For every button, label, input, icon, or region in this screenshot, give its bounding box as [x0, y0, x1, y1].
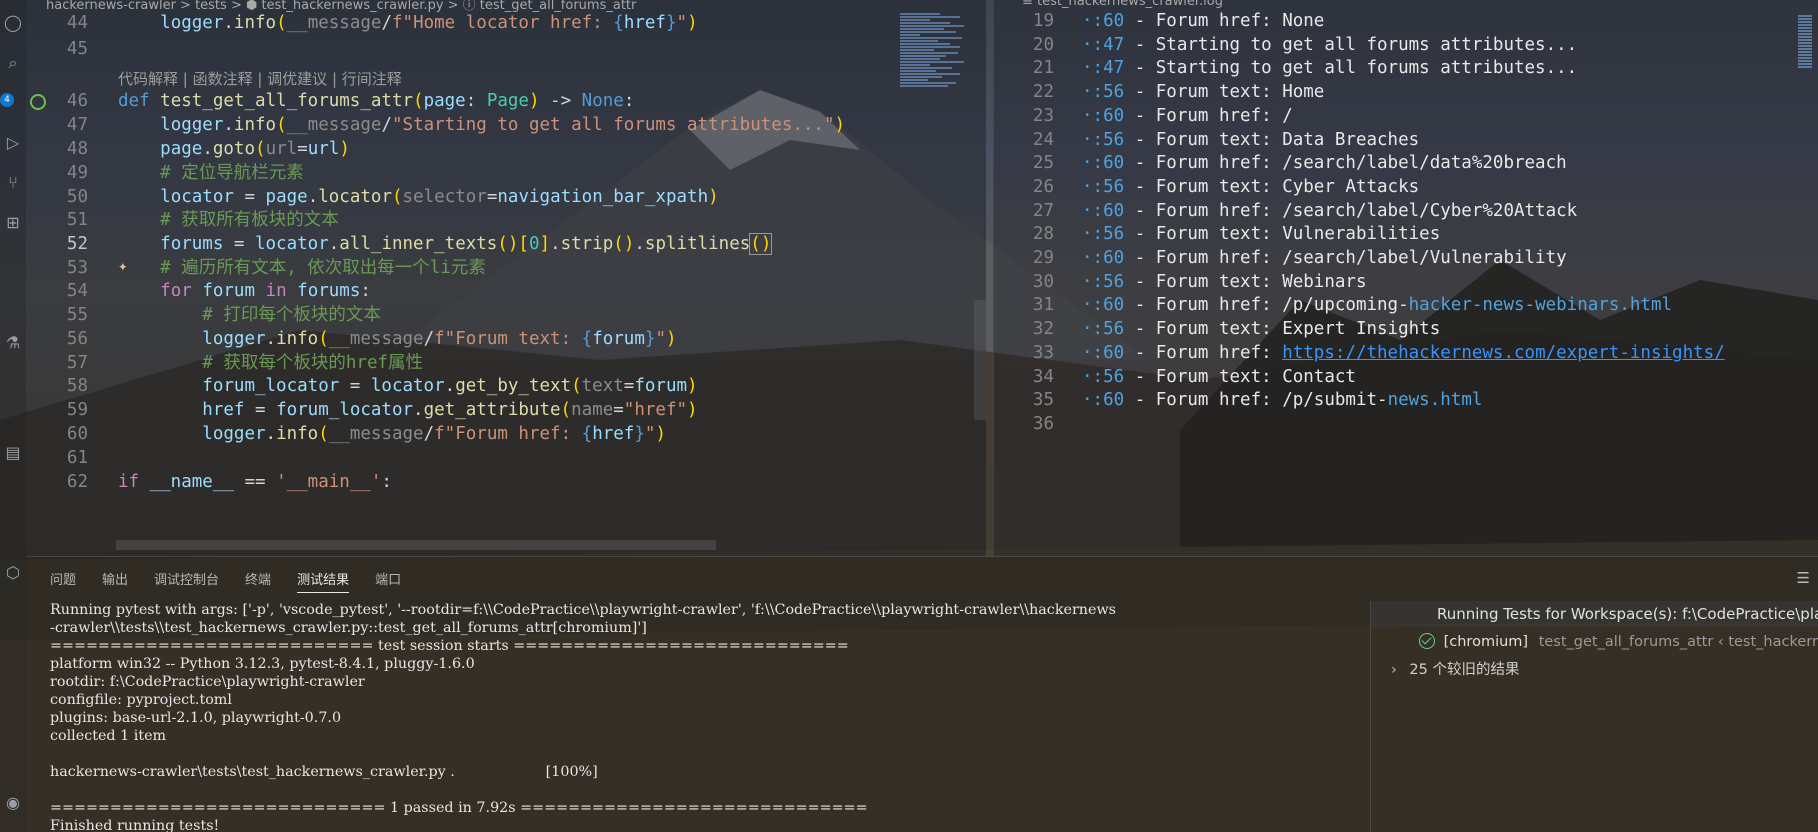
bottom-panel: 问题 输出 调试控制台 终端 测试结果 端口 ☰ Running pytest with … — [26, 556, 1818, 832]
code-text: # 定位导航栏元素 — [160, 163, 304, 183]
code-text: href = forum_locator.get_attribute(name=… — [202, 400, 698, 420]
log-minimap[interactable] — [1798, 14, 1812, 84]
line-number: 46 — [66, 91, 88, 111]
line-number: 47 — [66, 115, 88, 135]
code-text: logger.info(__message/f"Forum text: {for… — [202, 329, 677, 349]
line-number: 58 — [66, 376, 88, 396]
editor-vertical-scrollbar[interactable] — [974, 300, 986, 420]
line-number: 60 — [66, 424, 88, 444]
minimap[interactable] — [900, 12, 968, 142]
output-line: ============================ 1 passed in… — [50, 800, 868, 816]
pass-icon — [1419, 633, 1435, 649]
output-line: configfile: pyproject.toml — [50, 692, 232, 708]
breadcrumb[interactable]: hackernews-crawler > tests > ⬢ test_hack… — [46, 0, 636, 13]
database-icon[interactable]: ▤ — [0, 440, 26, 466]
test-output[interactable]: Running pytest with args: ['-p', 'vscode… — [50, 601, 1380, 832]
search-icon[interactable]: ⌕ — [0, 50, 26, 76]
panel-tab[interactable]: 调试控制台 — [154, 569, 219, 593]
code-text: logger.info(__message/f"Forum href: {hre… — [202, 424, 666, 444]
line-number: 61 — [66, 448, 88, 468]
output-line: collected 1 item — [50, 728, 167, 744]
source-control-icon[interactable]: ⑂ — [0, 170, 26, 196]
explorer-icon[interactable]: ◯ — [0, 10, 26, 36]
panel-tab[interactable]: 端口 — [375, 569, 401, 593]
code-text: # 获取所有板块的文本 — [160, 210, 339, 230]
log-text: ·:60 - Forum href: /p/submit-news.html — [1082, 390, 1483, 411]
code-text: forum_locator = locator.get_by_text(text… — [202, 376, 698, 396]
activity-bar: ◯ ⌕ 4 ▷ ⑂ ⊞ ⚗ ▤ ⬡ ◉ — [0, 0, 26, 832]
line-number: 48 — [66, 139, 88, 159]
code-text: def test_get_all_forums_attr(page: Page)… — [118, 91, 635, 111]
code-text: forums = locator.all_inner_texts()[0].st… — [160, 233, 773, 255]
output-line: Finished running tests! — [50, 818, 220, 832]
editor-horizontal-scrollbar[interactable] — [116, 540, 716, 550]
code-text: logger.info(__message/"Starting to get a… — [160, 115, 846, 135]
log-link[interactable]: https://thehackernews.com/expert-insight… — [1282, 343, 1725, 363]
codelens-actions[interactable]: 代码解释 | 函数注释 | 调优建议 | 行间注释 — [118, 68, 402, 89]
line-number: 59 — [66, 400, 88, 420]
output-line: plugins: base-url-2.1.0, playwright-0.7.… — [50, 710, 342, 726]
panel-tab[interactable]: 输出 — [102, 569, 128, 593]
panel-tabs: 问题 输出 调试控制台 终端 测试结果 端口 — [50, 569, 427, 593]
testing-icon[interactable]: ⚗ — [0, 330, 26, 356]
log-viewer[interactable]: ≡ test_hackernews_crawler.log 19 ·:60 - F… — [993, 0, 1818, 556]
account-icon[interactable]: ◉ — [0, 790, 26, 816]
line-number: 56 — [66, 329, 88, 349]
test-run-header[interactable]: Running Tests for Workspace(s): f:\CodeP… — [1371, 601, 1818, 627]
line-number: 51 — [66, 210, 88, 230]
line-number: 36 — [1032, 413, 1054, 434]
notification-badge: 4 — [0, 93, 14, 107]
line-number: 49 — [66, 163, 88, 183]
line-number: 55 — [66, 305, 88, 325]
older-results-item[interactable]: › 25 个较旧的结果 — [1371, 657, 1818, 683]
test-result-item[interactable]: [chromium] test_get_all_forums_attr ‹ te… — [1371, 629, 1818, 655]
older-results-label: 25 个较旧的结果 — [1409, 662, 1520, 678]
test-name: test_get_all_forums_attr ‹ test_hackerne… — [1538, 634, 1818, 650]
output-line: -crawler\\tests\\test_hackernews_crawler… — [50, 620, 647, 636]
code-text: page.goto(url=url) — [160, 139, 350, 159]
chevron-right-icon[interactable]: › — [1391, 662, 1397, 678]
code-text: logger.info(__message/f"Home locator hre… — [160, 13, 698, 33]
line-number: 52 — [66, 234, 88, 254]
output-line: platform win32 -- Python 3.12.3, pytest-… — [50, 656, 475, 672]
panel-actions: ☰ — [1797, 569, 1810, 587]
test-browser-label: [chromium] — [1443, 634, 1529, 650]
output-line: =========================== test session… — [50, 638, 849, 654]
code-text: # 打印每个板块的文本 — [202, 305, 381, 325]
panel-tab[interactable]: 测试结果 — [297, 569, 350, 593]
output-line: rootdir: f:\CodePractice\playwright-craw… — [50, 674, 365, 690]
run-debug-icon[interactable]: ▷ — [0, 130, 26, 156]
test-results-tree[interactable]: Running Tests for Workspace(s): f:\CodeP… — [1370, 601, 1818, 832]
output-line: hackernews-crawler\tests\test_hackernews… — [50, 764, 598, 780]
line-number: 62 — [66, 472, 88, 492]
code-editor[interactable]: hackernews-crawler > tests > ⬢ test_hack… — [26, 0, 986, 556]
output-line: Running pytest with args: ['-p', 'vscode… — [50, 602, 1117, 618]
line-number: 54 — [66, 281, 88, 301]
code-text: for forum in forums: — [160, 281, 371, 301]
line-number: 45 — [66, 39, 88, 59]
line-number: 44 — [66, 13, 88, 33]
remote-icon[interactable]: ⬡ — [0, 560, 26, 586]
list-view-icon[interactable]: ☰ — [1797, 569, 1810, 587]
extensions-icon[interactable]: ⊞ — [0, 210, 26, 236]
panel-tab[interactable]: 问题 — [50, 569, 76, 593]
code-text: if __name__ == '__main__': — [118, 472, 392, 492]
panel-tab[interactable]: 终端 — [245, 569, 271, 593]
